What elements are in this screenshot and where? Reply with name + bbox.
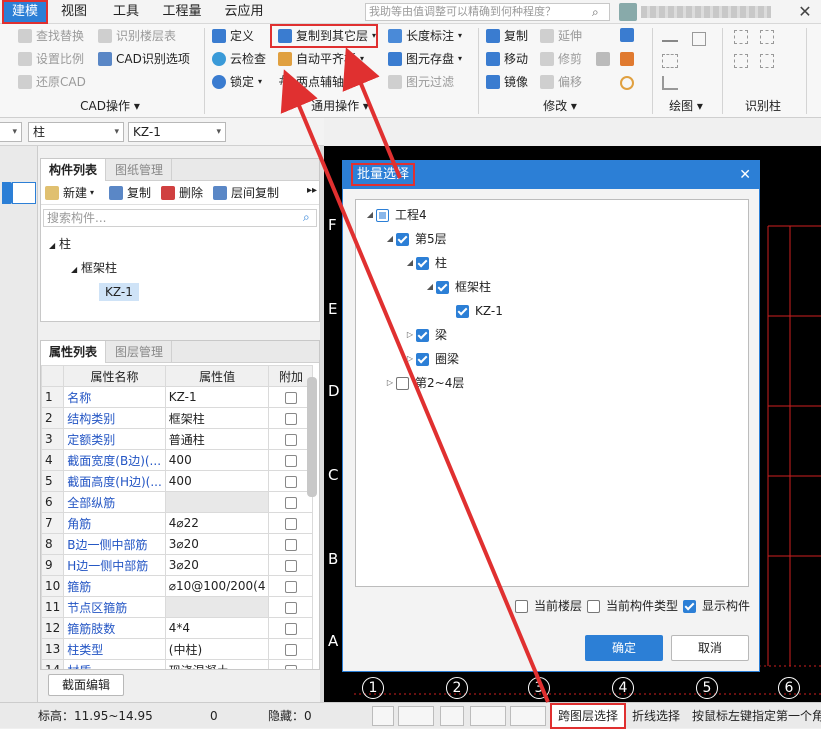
arrow-to-copy-floor [342, 47, 402, 179]
arrow-to-axis-button [280, 69, 550, 703]
annotation-arrows [280, 47, 550, 703]
